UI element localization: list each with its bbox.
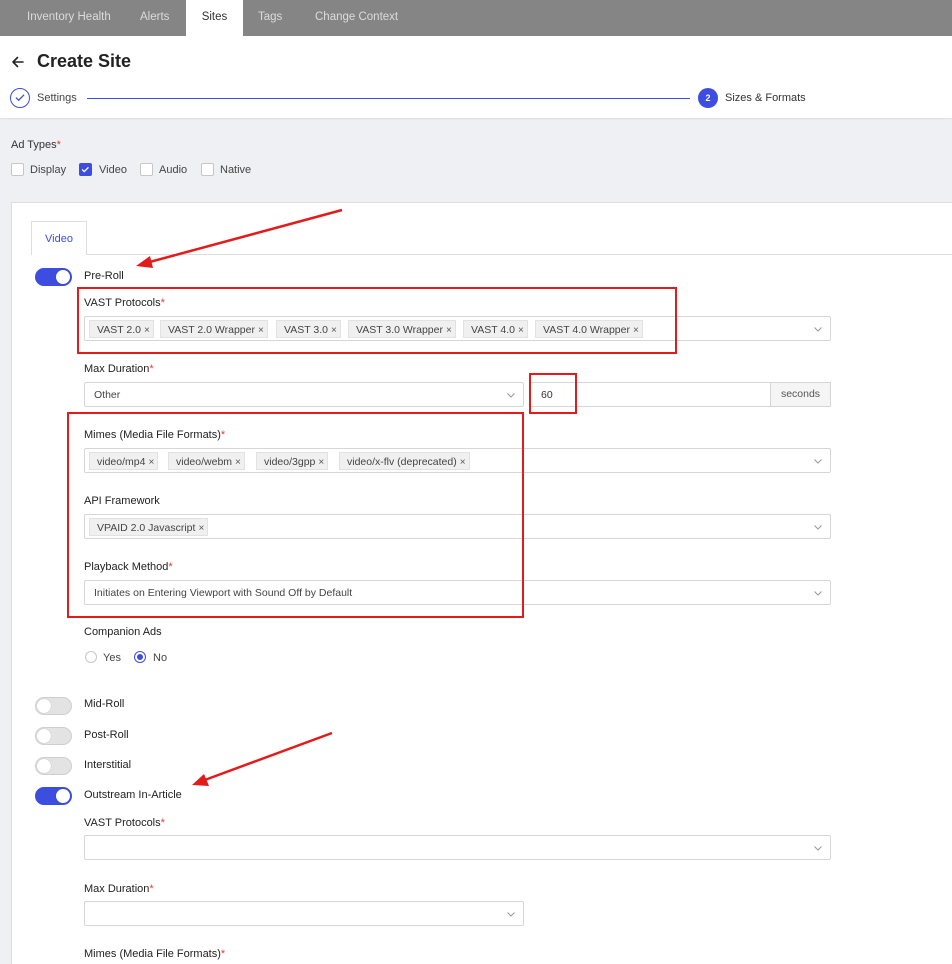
annotation-arrows: [136, 208, 343, 786]
annotation-arrow-outstream: [192, 731, 333, 786]
annotation-arrow-pre-roll: [136, 208, 343, 268]
